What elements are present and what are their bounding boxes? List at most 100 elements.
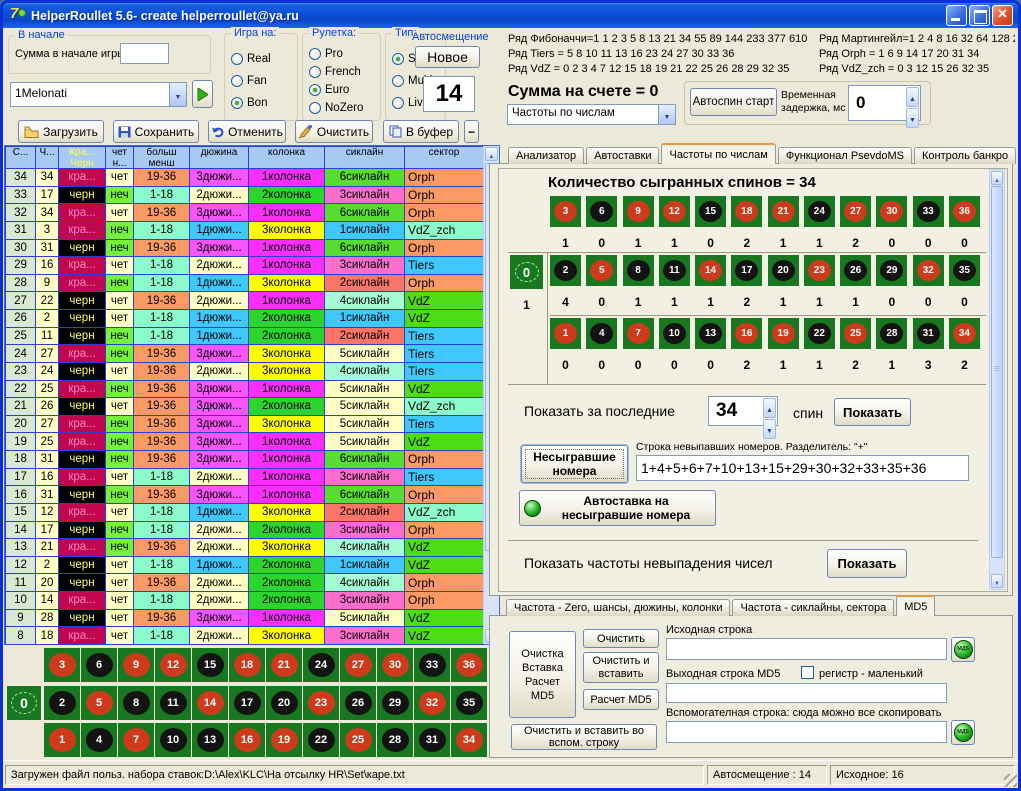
board-cell-9[interactable]: 9 [623,196,654,227]
table-cell[interactable]: 1колонка [249,486,325,504]
scroll-up-button[interactable] [991,171,1003,185]
save-button[interactable]: Сохранить [113,120,199,143]
table-cell[interactable]: 22 [36,292,59,310]
table-cell[interactable]: 1дюжи... [190,275,249,293]
table-cell[interactable]: неч [106,539,134,557]
header-cell[interactable]: дюжина [190,147,249,158]
table-cell[interactable]: 2колонка [249,398,325,416]
table-cell[interactable]: 26 [36,398,59,416]
board-cell-34[interactable]: 34 [949,318,980,349]
table-cell[interactable]: 2дюжи... [190,469,249,487]
missed-numbers-input[interactable]: 1+4+5+6+7+10+13+15+29+30+32+33+35+36 [636,455,969,481]
board-cell-36[interactable]: 36 [949,196,980,227]
table-cell[interactable]: 2дюжи... [190,627,249,645]
table-cell[interactable]: неч [106,187,134,205]
board-cell-21[interactable]: 21 [266,648,302,682]
md5-clear-paste-calc-button[interactable]: Очистка Вставка Расчет MD5 [509,631,576,718]
radio-option-Euro[interactable]: Euro [309,83,380,97]
table-cell[interactable]: 27 [36,345,59,363]
table-cell[interactable]: 17 [6,469,36,487]
freq-scrollbar[interactable] [989,169,1005,590]
table-cell[interactable]: Orph [405,187,484,205]
board-cell-33[interactable]: 33 [414,648,450,682]
table-cell[interactable]: 2колонка [249,592,325,610]
table-cell[interactable]: Orph [405,204,484,222]
table-cell[interactable]: 1-18 [134,592,190,610]
table-cell[interactable]: 17 [36,187,59,205]
table-cell[interactable]: Tiers [405,469,484,487]
header-cell[interactable]: чет [106,147,134,158]
collapse-button[interactable]: − [464,120,479,143]
header-cell[interactable]: сектор [405,147,484,158]
header-cell[interactable] [190,158,249,169]
table-cell[interactable]: черн [59,522,106,540]
board-cell-12[interactable]: 12 [155,648,191,682]
table-cell[interactable]: 3дюжи... [190,240,249,258]
table-cell[interactable]: 1-18 [134,275,190,293]
table-cell[interactable]: 1колонка [249,292,325,310]
table-cell[interactable]: чет [106,574,134,592]
table-cell[interactable]: чет [106,310,134,328]
table-cell[interactable]: чет [106,610,134,628]
table-cell[interactable]: 1-18 [134,504,190,522]
table-cell[interactable]: 6сиклайн [325,169,405,187]
table-cell[interactable]: чет [106,469,134,487]
table-cell[interactable]: Orph [405,574,484,592]
tab-Частоты по числам[interactable]: Частоты по числам [661,143,775,164]
tab-Частота - сиклайны, сектора[interactable]: Частота - сиклайны, сектора [732,599,894,616]
board-cell-32[interactable]: 32 [414,686,450,720]
table-cell[interactable]: 1-18 [134,469,190,487]
board-cell-31[interactable]: 31 [414,723,450,757]
table-cell[interactable]: Orph [405,240,484,258]
header-cell[interactable]: менш [134,158,190,169]
board-cell-8[interactable]: 8 [623,255,654,286]
missed-numbers-button[interactable]: Несыгравшие номера [521,445,628,483]
board-cell-8[interactable]: 8 [118,686,154,720]
header-cell[interactable]: Кра... [59,147,106,158]
table-cell[interactable]: 21 [6,398,36,416]
table-cell[interactable]: чет [106,204,134,222]
table-cell[interactable]: 25 [6,328,36,346]
table-cell[interactable]: 1-18 [134,187,190,205]
board-cell-13[interactable]: 13 [695,318,726,349]
table-cell[interactable]: Tiers [405,328,484,346]
table-cell[interactable]: черн [59,574,106,592]
table-cell[interactable]: 2дюжи... [190,592,249,610]
table-cell[interactable]: черн [59,363,106,381]
table-cell[interactable]: 2дюжи... [190,257,249,275]
table-cell[interactable]: 1-18 [134,257,190,275]
table-cell[interactable]: 6сиклайн [325,486,405,504]
radio-option-Fan[interactable]: Fan [231,74,297,88]
table-cell[interactable]: 1сиклайн [325,557,405,575]
table-cell[interactable]: 6сиклайн [325,204,405,222]
table-cell[interactable]: Tiers [405,257,484,275]
table-cell[interactable]: 1сиклайн [325,222,405,240]
table-cell[interactable]: 1-18 [134,627,190,645]
delay-spin-up-button[interactable] [906,87,919,107]
table-cell[interactable]: 2 [36,557,59,575]
table-cell[interactable]: кра... [59,469,106,487]
table-cell[interactable]: 3дюжи... [190,486,249,504]
board-cell-4[interactable]: 4 [586,318,617,349]
table-cell[interactable]: 9 [6,610,36,628]
table-cell[interactable]: Tiers [405,416,484,434]
table-cell[interactable]: 15 [6,504,36,522]
table-cell[interactable]: VdZ [405,433,484,451]
md5-output-input[interactable] [666,683,947,703]
table-cell[interactable]: 31 [36,486,59,504]
table-cell[interactable]: 22 [6,381,36,399]
table-cell[interactable]: 11 [6,574,36,592]
header-cell[interactable]: Ч... [36,147,59,158]
board-cell-16[interactable]: 16 [229,723,265,757]
resize-grip[interactable] [1004,774,1017,787]
table-cell[interactable]: 19-36 [134,345,190,363]
table-cell[interactable]: 8 [6,627,36,645]
table-cell[interactable]: 25 [36,381,59,399]
board-cell-35[interactable]: 35 [949,255,980,286]
header-cell[interactable]: больш [134,147,190,158]
board-cell-23[interactable]: 23 [804,255,835,286]
table-cell[interactable]: VdZ [405,381,484,399]
undo-button[interactable]: Отменить [208,120,286,143]
table-cell[interactable]: неч [106,222,134,240]
table-cell[interactable]: 3 [36,222,59,240]
